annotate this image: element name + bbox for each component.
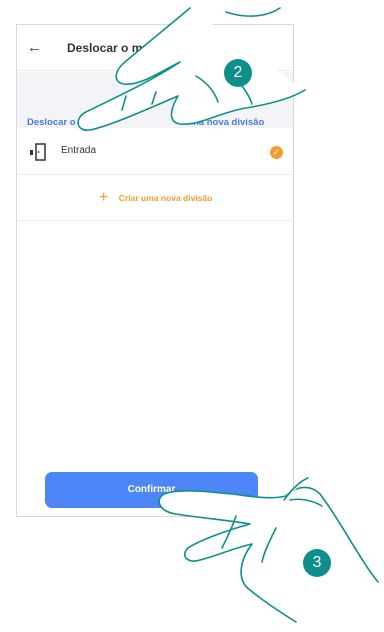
- banner-text-left: Deslocar o disp: [27, 117, 98, 128]
- app-header: ← Deslocar o m: [17, 25, 293, 71]
- door-icon: [30, 143, 46, 161]
- create-room-button[interactable]: + Criar uma nova divisão: [17, 175, 293, 221]
- page-title: Deslocar o m: [67, 41, 143, 55]
- arrow-left-icon[interactable]: ←: [27, 40, 43, 56]
- step-badge-3: 3: [303, 549, 331, 577]
- step-badge-2: 2: [224, 59, 252, 87]
- banner-text-right: na nova divisão: [193, 117, 265, 128]
- confirm-button[interactable]: Confirmar: [45, 472, 258, 508]
- check-icon: ✓: [270, 146, 283, 159]
- room-label: Entrada: [61, 145, 97, 156]
- plus-icon: +: [99, 189, 109, 206]
- phone-screen: ← Deslocar o m Deslocar o disp na nova d…: [16, 24, 294, 517]
- create-room-label: Criar uma nova divisão: [118, 193, 213, 203]
- create-room-content: + Criar uma nova divisão: [99, 189, 212, 207]
- room-item-entrada[interactable]: Entrada ✓: [17, 129, 293, 175]
